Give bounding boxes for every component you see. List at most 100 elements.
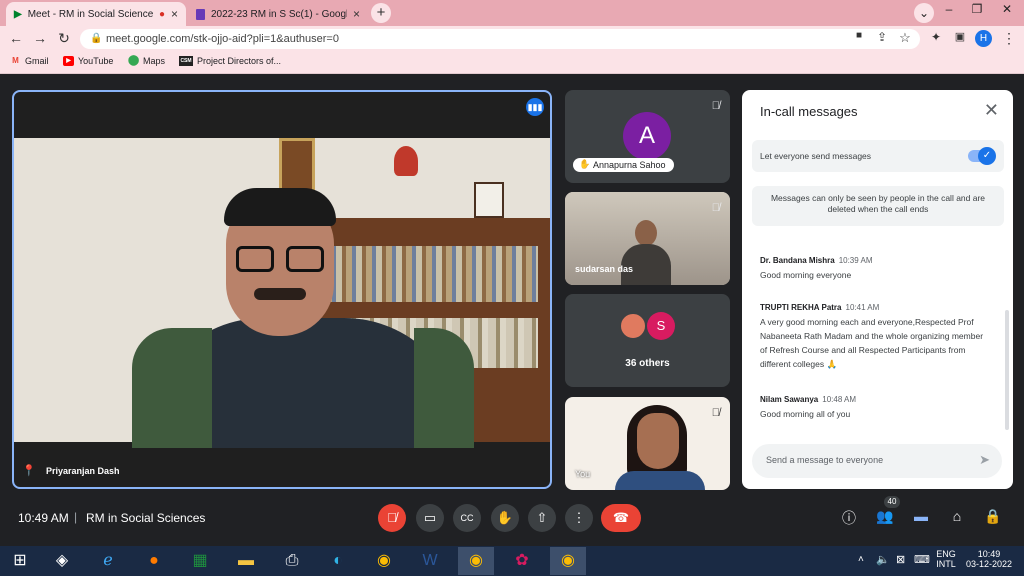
camera-in-use-icon[interactable]: ■	[850, 30, 868, 41]
keyboard-icon[interactable]: ⌨	[914, 553, 930, 566]
pin-icon[interactable]: 📍	[22, 464, 36, 477]
excel-icon[interactable]: ▦	[182, 547, 218, 575]
end-call-button[interactable]: ☎	[601, 504, 641, 532]
message-input[interactable]: Send a message to everyone ➤	[752, 444, 1002, 478]
minimize-icon[interactable]: –	[934, 2, 964, 16]
tab-search-chevron-icon[interactable]: ⌄	[914, 3, 934, 23]
chrome-profile-icon[interactable]: ◉	[550, 547, 586, 575]
participant-name: Annapurna Sahoo	[593, 160, 666, 170]
reload-icon[interactable]: ↻	[55, 30, 73, 47]
tray-chevron-icon[interactable]: ˄	[858, 554, 864, 565]
sender-name: Dr. Bandana Mishra	[760, 256, 835, 265]
bookmark-label: Gmail	[25, 56, 49, 66]
send-icon[interactable]: ➤	[979, 452, 990, 468]
chat-icon[interactable]: ▬	[910, 508, 932, 524]
main-speaker-tile[interactable]: ▮▮▮ 📍 Priyaranjan Dash	[12, 90, 552, 489]
close-window-icon[interactable]: ✕	[992, 2, 1022, 16]
internet-explorer-icon[interactable]: ℯ	[90, 547, 126, 575]
present-button[interactable]: ⇧	[528, 504, 556, 532]
restore-icon[interactable]: ❐	[962, 2, 992, 16]
more-options-button[interactable]: ⋮	[565, 504, 593, 532]
bookmark-maps[interactable]: ⬤ Maps	[128, 55, 165, 67]
back-arrow-icon[interactable]: ←	[7, 30, 25, 46]
glasses-left	[236, 246, 274, 272]
self-face	[637, 413, 679, 469]
speaker-video	[14, 138, 550, 448]
chrome-icon[interactable]: ◉	[366, 547, 402, 575]
others-tile[interactable]: S 36 others	[565, 294, 730, 387]
speaker-hair	[224, 188, 336, 226]
bookmark-youtube[interactable]: ▶ YouTube	[63, 56, 113, 66]
youtube-icon: ▶	[63, 56, 74, 66]
send-messages-toggle[interactable]: ✓	[968, 147, 996, 165]
flower-vase	[394, 146, 418, 176]
profile-avatar[interactable]: H	[975, 30, 992, 47]
meeting-details-icon[interactable]: ⓘ	[838, 508, 860, 528]
scanner-icon[interactable]: ⎙	[274, 547, 310, 575]
close-panel-icon[interactable]: ✕	[984, 100, 999, 121]
forward-arrow-icon[interactable]: →	[31, 30, 49, 46]
participant-tile-sudarsan[interactable]: 🎙̸ sudarsan das	[565, 192, 730, 285]
mic-off-icon: 🎙̸	[711, 407, 720, 419]
people-icon[interactable]: 👥	[874, 508, 896, 525]
word-icon[interactable]: W	[412, 547, 448, 575]
captions-button[interactable]: CC	[453, 504, 481, 532]
system-clock[interactable]: 10:49 03-12-2022	[962, 549, 1016, 569]
app-icon[interactable]: ◈	[44, 547, 80, 575]
new-tab-button[interactable]: +	[371, 3, 391, 23]
activities-icon[interactable]: ⌂	[946, 508, 968, 524]
share-icon[interactable]: ⇪	[873, 30, 891, 44]
camera-button[interactable]: ▭	[416, 504, 444, 532]
network-icon[interactable]: ⊠	[896, 553, 905, 566]
message-time: 10:39 AM	[838, 256, 873, 265]
toggle-row: Let everyone send messages ✓	[752, 140, 1004, 172]
host-controls-icon[interactable]: 🔒	[982, 508, 1004, 525]
message-text: A very good morning each and everyone,Re…	[760, 317, 984, 369]
tab-meet[interactable]: ▶ Meet - RM in Social Sciences ● ×	[6, 2, 186, 26]
clock-time: 10:49	[977, 549, 1001, 559]
url-text[interactable]: meet.google.com/stk-ojjo-aid?pli=1&authu…	[106, 33, 339, 45]
message-time: 10:41 AM	[845, 303, 880, 312]
chrome-active-icon[interactable]: ◉	[458, 547, 494, 575]
photo-frame	[474, 182, 504, 218]
participant-tile-annapurna[interactable]: 🎙̸ A ✋ Annapurna Sahoo	[565, 90, 730, 183]
self-name: You	[575, 469, 591, 479]
people-count-badge: 40	[884, 496, 900, 508]
windows-start-icon[interactable]: ⊞	[2, 547, 38, 575]
bookmark-project-directors[interactable]: CSM Project Directors of...	[179, 56, 281, 66]
toggle-label: Let everyone send messages	[760, 151, 872, 161]
keyboard-layout: INTL	[936, 559, 956, 569]
close-tab-icon[interactable]: ×	[353, 7, 360, 21]
bookmark-label: Project Directors of...	[197, 56, 282, 66]
edge-icon[interactable]: ◐	[320, 547, 356, 575]
maps-pin-icon: ⬤	[128, 55, 140, 66]
firefox-icon[interactable]: ●	[136, 547, 172, 575]
bookmark-star-icon[interactable]: ☆	[896, 30, 914, 46]
close-tab-icon[interactable]: ×	[171, 7, 178, 21]
main-speaker-name: Priyaranjan Dash	[46, 466, 120, 476]
volume-icon[interactable]: 🔈	[876, 553, 890, 566]
file-explorer-icon[interactable]: ▬	[228, 547, 264, 575]
raise-hand-button[interactable]: ✋	[491, 504, 519, 532]
menu-kebab-icon[interactable]: ⋮	[1000, 30, 1018, 47]
tab-forms[interactable]: 2022-23 RM in S Sc(1) - Google F ×	[188, 2, 368, 26]
speaker-sleeve	[132, 328, 212, 448]
photos-icon[interactable]: ✿	[504, 547, 540, 575]
message-text: Good morning everyone	[760, 270, 852, 280]
glasses-right	[286, 246, 324, 272]
language-indicator[interactable]: ENG INTL	[934, 549, 958, 569]
chat-scrollbar[interactable]	[1005, 310, 1009, 430]
speaker-sleeve	[414, 328, 474, 448]
message-input-placeholder: Send a message to everyone	[766, 455, 884, 465]
bookmark-gmail[interactable]: M Gmail	[10, 56, 49, 66]
self-view-tile[interactable]: 🎙̸ You	[565, 397, 730, 490]
speaking-indicator-icon: ▮▮▮	[526, 98, 544, 116]
extensions-icon[interactable]: ✦	[927, 30, 945, 44]
chat-message: TRUPTI REKHA Patra 10:41 AM A very good m…	[760, 297, 990, 371]
self-body	[615, 471, 705, 490]
mic-off-button[interactable]: 🎙̸	[378, 504, 406, 532]
in-call-messages-panel: In-call messages ✕ Let everyone send mes…	[742, 90, 1013, 489]
side-panel-icon[interactable]: ▣	[951, 30, 969, 43]
participant-name-pill: ✋ Annapurna Sahoo	[573, 158, 674, 172]
check-icon: ✓	[978, 147, 996, 165]
